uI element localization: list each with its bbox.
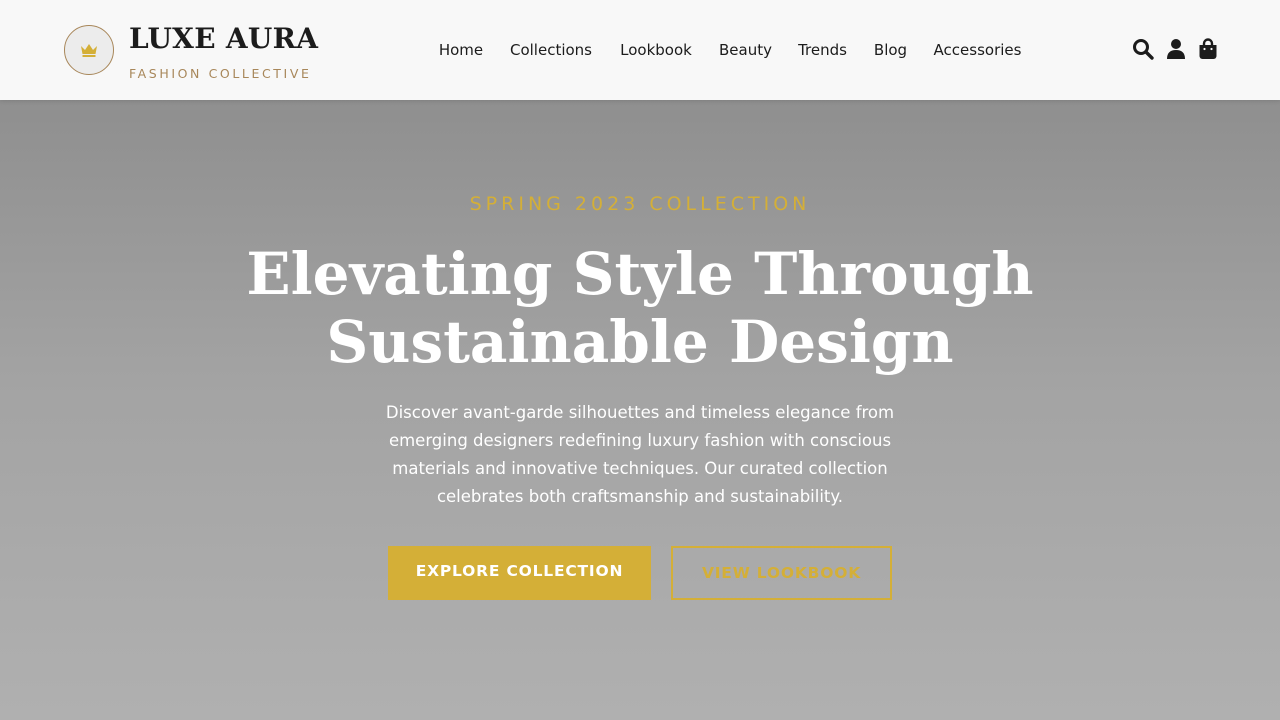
hero-headline-line-1: Elevating Style Through <box>246 240 1034 308</box>
explore-collection-button[interactable]: EXPLORE COLLECTION <box>388 546 651 600</box>
nav-item-collections[interactable]: Collections <box>508 38 594 62</box>
nav-item-accessories[interactable]: Accessories <box>932 38 1023 62</box>
nav-item-trends[interactable]: Trends <box>796 38 849 62</box>
nav-item-blog[interactable]: Blog <box>872 38 909 62</box>
collection-eyebrow: SPRING 2023 COLLECTION <box>469 193 811 215</box>
nav-item-beauty[interactable]: Beauty <box>718 38 773 62</box>
main-nav: Home Collections Lookbook Beauty Trends … <box>0 38 1280 62</box>
search-icon[interactable] <box>1131 37 1155 61</box>
hero-headline-line-2: Sustainable Design <box>326 308 954 376</box>
hero-description: Discover avant-garde silhouettes and tim… <box>385 403 895 506</box>
brand-tagline: FASHION COLLECTIVE <box>129 66 312 81</box>
hero-headline: Elevating Style Through Sustainable Desi… <box>240 240 1040 376</box>
user-icon[interactable] <box>1164 37 1188 61</box>
site-header: LUXE AURA FASHION COLLECTIVE Home Collec… <box>0 0 1280 100</box>
view-lookbook-button[interactable]: VIEW LOOKBOOK <box>671 546 892 600</box>
nav-item-lookbook[interactable]: Lookbook <box>617 38 695 62</box>
shopping-bag-icon[interactable] <box>1196 37 1220 61</box>
nav-item-home[interactable]: Home <box>437 38 485 62</box>
